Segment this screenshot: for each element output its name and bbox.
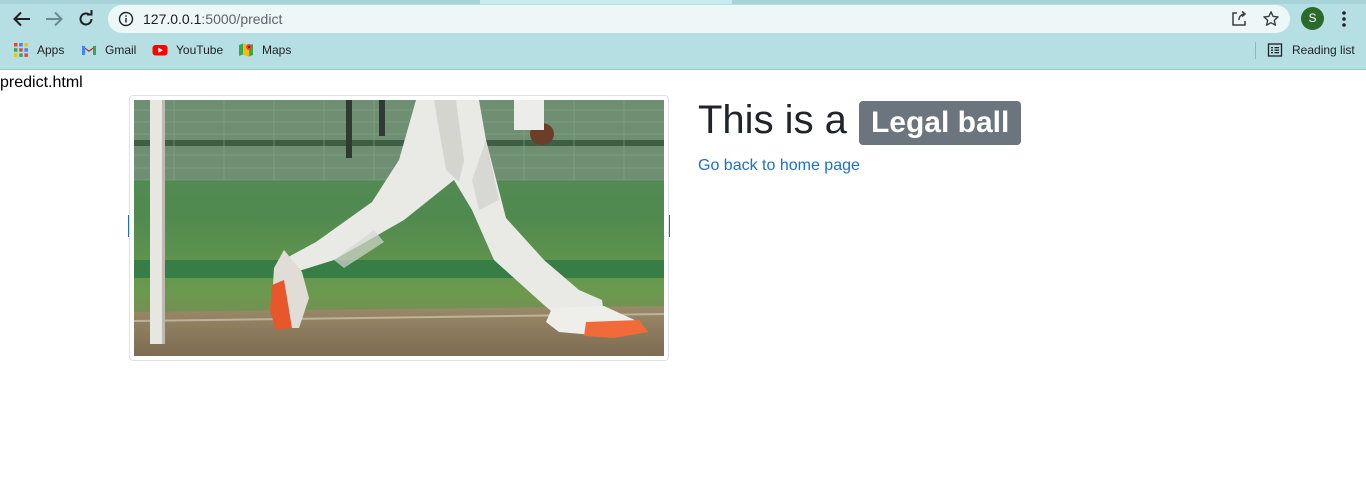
tab-strip <box>0 0 1366 4</box>
url-text[interactable]: 127.0.0.1:5000/predict <box>143 11 282 27</box>
star-icon[interactable] <box>1262 10 1280 28</box>
bookmark-youtube[interactable]: YouTube <box>152 40 223 60</box>
back-to-home-link[interactable]: Go back to home page <box>698 156 860 175</box>
profile-avatar[interactable]: S <box>1301 7 1324 30</box>
info-icon[interactable] <box>118 11 134 27</box>
bookmark-label: Gmail <box>105 43 137 57</box>
arrow-right-icon <box>46 11 63 27</box>
reload-button[interactable] <box>74 8 98 30</box>
youtube-icon <box>152 45 168 56</box>
reading-list-button[interactable]: Reading list <box>1267 40 1355 60</box>
arrow-left-icon <box>13 11 30 27</box>
bookmark-apps[interactable]: Apps <box>13 40 64 60</box>
bookmark-maps[interactable]: Maps <box>238 40 291 60</box>
bookmark-label: Maps <box>262 43 292 57</box>
active-tab-indicator[interactable] <box>480 0 732 4</box>
verdict-badge: Legal ball <box>858 101 1022 145</box>
forward-button[interactable] <box>42 8 66 30</box>
url-path: :5000/predict <box>201 11 283 27</box>
heading-prefix-text: This is a <box>698 98 847 142</box>
bowler-foot-image <box>134 100 664 356</box>
kebab-menu-icon[interactable] <box>1336 9 1352 29</box>
back-button[interactable] <box>10 8 34 30</box>
prediction-image-thumbnail <box>129 95 669 361</box>
apps-grid-icon <box>14 43 28 57</box>
reading-list-icon <box>1267 43 1283 57</box>
prediction-heading: This is a Legal ball <box>698 96 1022 145</box>
reload-icon <box>79 10 93 26</box>
reading-list-label: Reading list <box>1292 43 1355 57</box>
address-bar[interactable]: 127.0.0.1:5000/predict <box>108 5 1290 33</box>
bookmark-divider <box>1255 42 1256 59</box>
bookmark-label: YouTube <box>176 43 224 57</box>
gmail-icon <box>81 45 97 55</box>
image-edge-marker-right <box>669 215 670 237</box>
page-filename-text: predict.html <box>0 74 83 91</box>
bookmark-label: Apps <box>37 43 65 57</box>
maps-icon <box>239 43 253 57</box>
browser-toolbar: 127.0.0.1:5000/predict S Apps Gmail YouT… <box>0 0 1366 70</box>
url-host: 127.0.0.1 <box>143 11 202 27</box>
share-icon[interactable] <box>1230 10 1248 28</box>
bookmark-gmail[interactable]: Gmail <box>81 40 136 60</box>
